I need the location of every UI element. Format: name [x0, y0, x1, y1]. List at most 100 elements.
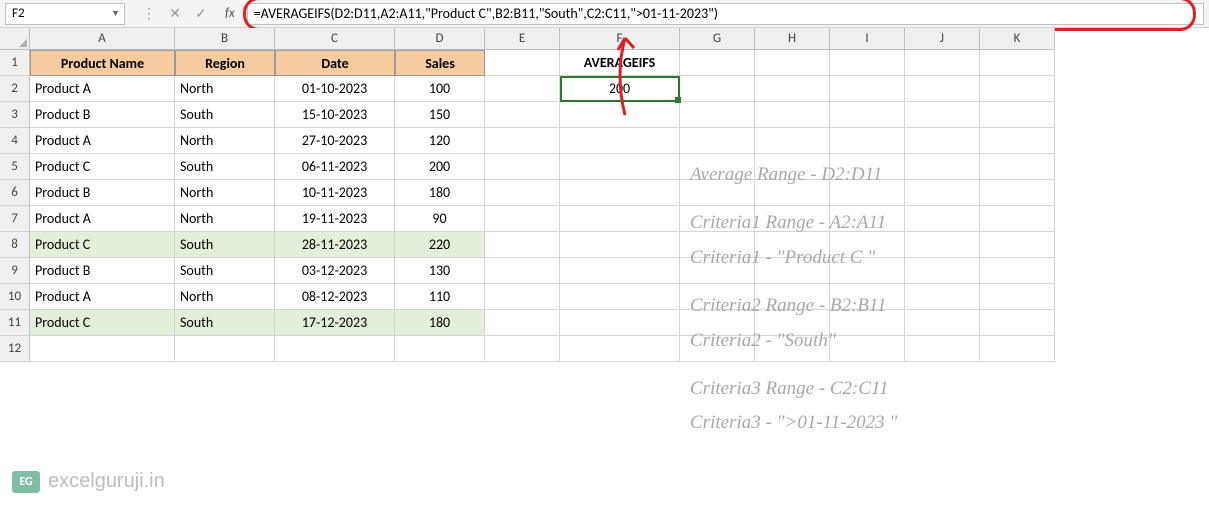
- formula-bar[interactable]: =AVERAGEIFS(D2:D11,A2:A11,"Product C",B2…: [247, 3, 1204, 25]
- cell-B9[interactable]: South: [175, 258, 275, 284]
- confirm-icon[interactable]: ✓: [193, 6, 209, 22]
- cell-D12[interactable]: [395, 336, 485, 362]
- col-header-K[interactable]: K: [980, 28, 1055, 50]
- fx-icon[interactable]: fx: [225, 6, 235, 21]
- cell-K7[interactable]: [980, 206, 1055, 232]
- cell-C8[interactable]: 28-11-2023: [275, 232, 395, 258]
- cell-B11[interactable]: South: [175, 310, 275, 336]
- cell-H3[interactable]: [755, 102, 830, 128]
- cell-B12[interactable]: [175, 336, 275, 362]
- cell-D8[interactable]: 220: [395, 232, 485, 258]
- cell-C6[interactable]: 10-11-2023: [275, 180, 395, 206]
- cell-B4[interactable]: North: [175, 128, 275, 154]
- cell-K10[interactable]: [980, 284, 1055, 310]
- cell-F12[interactable]: [560, 336, 680, 362]
- cell-A9[interactable]: Product B: [30, 258, 175, 284]
- cell-C2[interactable]: 01-10-2023: [275, 76, 395, 102]
- cell-A10[interactable]: Product A: [30, 284, 175, 310]
- cell-K6[interactable]: [980, 180, 1055, 206]
- col-header-A[interactable]: A: [30, 28, 175, 50]
- cell-F8[interactable]: [560, 232, 680, 258]
- row-header-10[interactable]: 10: [0, 284, 30, 310]
- cell-K2[interactable]: [980, 76, 1055, 102]
- cell-D1[interactable]: Sales: [395, 50, 485, 76]
- cell-E4[interactable]: [485, 128, 560, 154]
- cell-D6[interactable]: 180: [395, 180, 485, 206]
- row-header-2[interactable]: 2: [0, 76, 30, 102]
- row-header-11[interactable]: 11: [0, 310, 30, 336]
- cell-A12[interactable]: [30, 336, 175, 362]
- cell-D11[interactable]: 180: [395, 310, 485, 336]
- cell-A5[interactable]: Product C: [30, 154, 175, 180]
- cell-A11[interactable]: Product C: [30, 310, 175, 336]
- cell-I3[interactable]: [830, 102, 905, 128]
- cell-C9[interactable]: 03-12-2023: [275, 258, 395, 284]
- cell-E11[interactable]: [485, 310, 560, 336]
- row-header-4[interactable]: 4: [0, 128, 30, 154]
- cell-B5[interactable]: South: [175, 154, 275, 180]
- cell-A1[interactable]: Product Name: [30, 50, 175, 76]
- cell-E1[interactable]: [485, 50, 560, 76]
- cell-A2[interactable]: Product A: [30, 76, 175, 102]
- cell-E7[interactable]: [485, 206, 560, 232]
- cell-J12[interactable]: [905, 336, 980, 362]
- cell-F1[interactable]: AVERAGEIFS: [560, 50, 680, 76]
- cell-H4[interactable]: [755, 128, 830, 154]
- cell-J3[interactable]: [905, 102, 980, 128]
- cell-E10[interactable]: [485, 284, 560, 310]
- cell-A4[interactable]: Product A: [30, 128, 175, 154]
- cell-F11[interactable]: [560, 310, 680, 336]
- cell-J6[interactable]: [905, 180, 980, 206]
- cell-B3[interactable]: South: [175, 102, 275, 128]
- row-header-8[interactable]: 8: [0, 232, 30, 258]
- cell-J9[interactable]: [905, 258, 980, 284]
- cell-G3[interactable]: [680, 102, 755, 128]
- cell-C1[interactable]: Date: [275, 50, 395, 76]
- cell-B1[interactable]: Region: [175, 50, 275, 76]
- cell-K4[interactable]: [980, 128, 1055, 154]
- cell-F4[interactable]: [560, 128, 680, 154]
- cell-E3[interactable]: [485, 102, 560, 128]
- cell-C10[interactable]: 08-12-2023: [275, 284, 395, 310]
- cell-E12[interactable]: [485, 336, 560, 362]
- cell-B8[interactable]: South: [175, 232, 275, 258]
- col-header-D[interactable]: D: [395, 28, 485, 50]
- cell-F5[interactable]: [560, 154, 680, 180]
- cell-I2[interactable]: [830, 76, 905, 102]
- cell-F7[interactable]: [560, 206, 680, 232]
- cell-J5[interactable]: [905, 154, 980, 180]
- cell-H1[interactable]: [755, 50, 830, 76]
- cell-F10[interactable]: [560, 284, 680, 310]
- cell-D2[interactable]: 100: [395, 76, 485, 102]
- cell-K3[interactable]: [980, 102, 1055, 128]
- cell-J7[interactable]: [905, 206, 980, 232]
- cell-B10[interactable]: North: [175, 284, 275, 310]
- cell-A7[interactable]: Product A: [30, 206, 175, 232]
- cell-G4[interactable]: [680, 128, 755, 154]
- cells-area[interactable]: Product Name Region Date Sales AVERAGEIF…: [30, 50, 1055, 362]
- cell-C12[interactable]: [275, 336, 395, 362]
- cell-F6[interactable]: [560, 180, 680, 206]
- row-header-3[interactable]: 3: [0, 102, 30, 128]
- cell-D10[interactable]: 110: [395, 284, 485, 310]
- cell-D5[interactable]: 200: [395, 154, 485, 180]
- cell-K5[interactable]: [980, 154, 1055, 180]
- row-header-1[interactable]: 1: [0, 50, 30, 76]
- cell-D7[interactable]: 90: [395, 206, 485, 232]
- cell-E9[interactable]: [485, 258, 560, 284]
- cell-D9[interactable]: 130: [395, 258, 485, 284]
- cell-F9[interactable]: [560, 258, 680, 284]
- cell-J10[interactable]: [905, 284, 980, 310]
- cell-C4[interactable]: 27-10-2023: [275, 128, 395, 154]
- col-header-E[interactable]: E: [485, 28, 560, 50]
- cell-A3[interactable]: Product B: [30, 102, 175, 128]
- cell-E2[interactable]: [485, 76, 560, 102]
- col-header-B[interactable]: B: [175, 28, 275, 50]
- col-header-G[interactable]: G: [680, 28, 755, 50]
- chevron-down-icon[interactable]: ▼: [111, 8, 120, 19]
- cell-K11[interactable]: [980, 310, 1055, 336]
- name-box[interactable]: F2 ▼: [5, 3, 125, 25]
- cell-J4[interactable]: [905, 128, 980, 154]
- cell-J1[interactable]: [905, 50, 980, 76]
- cell-A6[interactable]: Product B: [30, 180, 175, 206]
